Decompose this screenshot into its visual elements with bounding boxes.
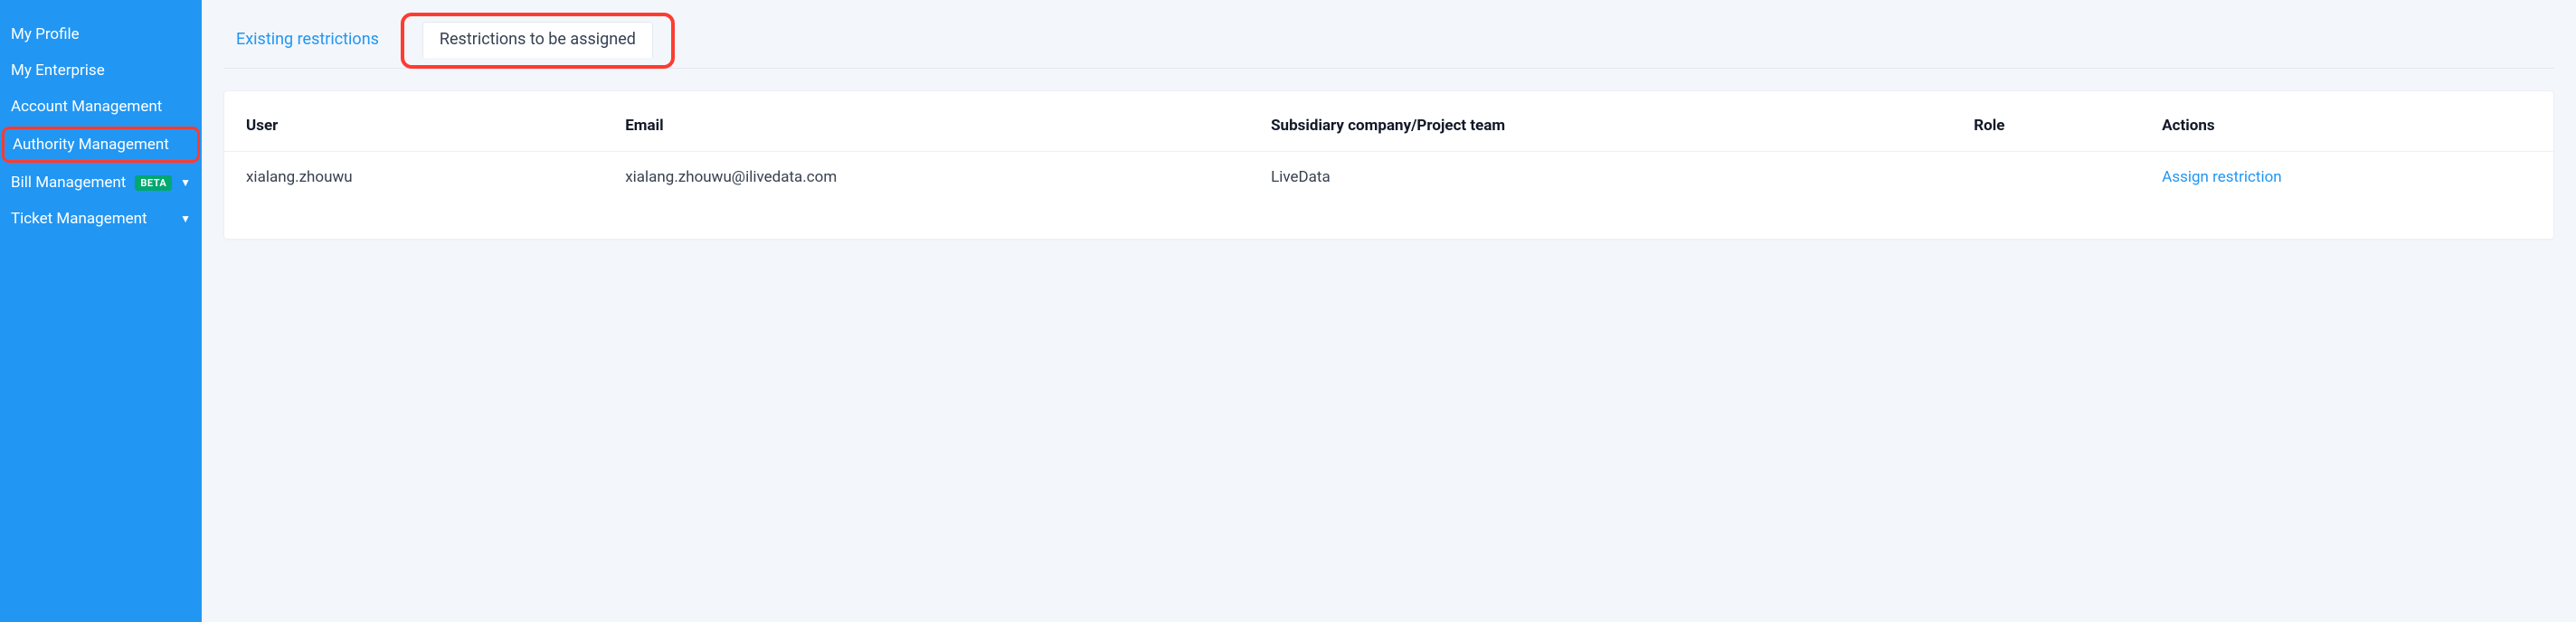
cell-subsidiary: LiveData [1249,152,1952,203]
sidebar-item-label: Bill Management [11,174,126,192]
cell-actions: Assign restriction [2140,152,2553,203]
table-header-row: User Email Subsidiary company/Project te… [224,100,2553,152]
col-email: Email [603,100,1249,152]
beta-badge: BETA [135,175,172,191]
chevron-down-icon: ▼ [180,212,191,225]
main-content: Existing restrictions Restrictions to be… [202,0,2576,622]
col-subsidiary: Subsidiary company/Project team [1249,100,1952,152]
sidebar-item-authority-management[interactable]: Authority Management [2,127,200,163]
sidebar-item-ticket-management[interactable]: Ticket Management ▼ [0,201,202,237]
sidebar-item-label: My Enterprise [11,61,105,80]
assign-restriction-link[interactable]: Assign restriction [2162,168,2281,186]
tab-label: Restrictions to be assigned [422,22,653,58]
restrictions-card: User Email Subsidiary company/Project te… [223,90,2554,240]
tabs: Existing restrictions Restrictions to be… [223,13,2554,69]
tab-restrictions-to-be-assigned[interactable]: Restrictions to be assigned [401,13,675,69]
app-root: My Profile My Enterprise Account Managem… [0,0,2576,622]
col-role: Role [1952,100,2140,152]
sidebar: My Profile My Enterprise Account Managem… [0,0,202,622]
tab-existing-restrictions[interactable]: Existing restrictions [223,21,392,60]
restrictions-table: User Email Subsidiary company/Project te… [224,100,2553,203]
sidebar-item-label: Ticket Management [11,210,147,228]
sidebar-item-my-profile[interactable]: My Profile [0,16,202,52]
cell-user: xialang.zhouwu [224,152,603,203]
cell-role [1952,152,2140,203]
sidebar-item-label: My Profile [11,25,80,43]
sidebar-item-my-enterprise[interactable]: My Enterprise [0,52,202,89]
tab-label: Existing restrictions [236,30,379,49]
col-user: User [224,100,603,152]
cell-email: xialang.zhouwu@ilivedata.com [603,152,1249,203]
sidebar-item-label: Authority Management [13,136,169,154]
sidebar-item-account-management[interactable]: Account Management [0,89,202,125]
sidebar-item-label: Account Management [11,98,162,116]
sidebar-item-bill-management[interactable]: Bill Management BETA ▼ [0,165,202,201]
chevron-down-icon: ▼ [180,176,191,189]
col-actions: Actions [2140,100,2553,152]
table-row: xialang.zhouwu xialang.zhouwu@ilivedata.… [224,152,2553,203]
